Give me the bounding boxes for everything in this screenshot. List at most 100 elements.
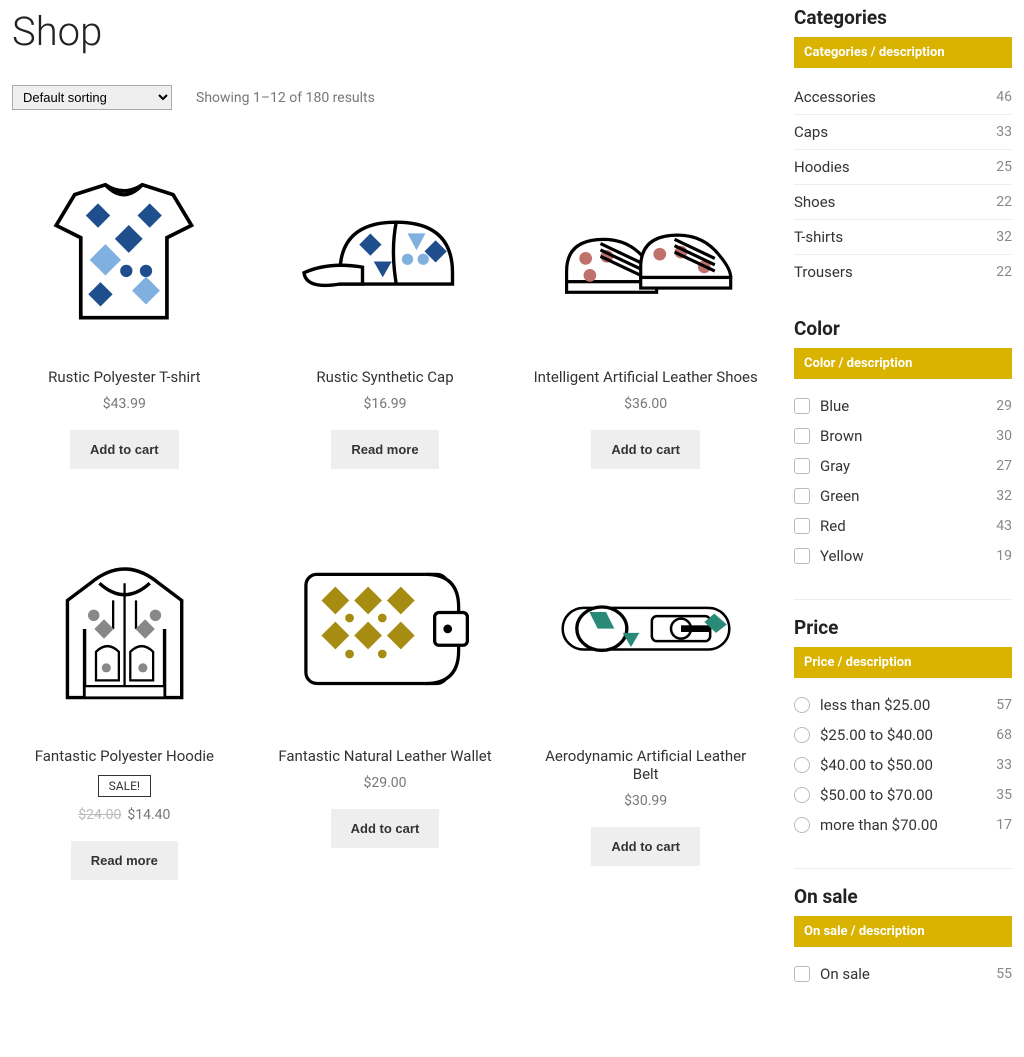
filter-count: 35 [996, 787, 1012, 803]
filter-count: 17 [996, 817, 1012, 833]
filter-label: Yellow [820, 547, 996, 565]
filter-item[interactable]: less than $25.00 57 [794, 690, 1012, 720]
filter-count: 68 [996, 727, 1012, 743]
filter-item[interactable]: T-shirts 32 [794, 220, 1012, 255]
filter-count: 32 [996, 488, 1012, 504]
filter-label: less than $25.00 [820, 696, 996, 714]
filter-label: On sale [820, 965, 996, 983]
filter-count: 33 [996, 124, 1012, 140]
product-card[interactable]: Aerodynamic Artificial Leather Belt $30.… [533, 529, 758, 880]
filter-label: $40.00 to $50.00 [820, 756, 996, 774]
filter-item[interactable]: On sale 55 [794, 959, 1012, 989]
filter-item[interactable]: Green 32 [794, 481, 1012, 511]
price: $16.99 [363, 396, 406, 412]
filter-item[interactable]: more than $70.00 17 [794, 810, 1012, 840]
product-card[interactable]: Fantastic Natural Leather Wallet $29.00 … [273, 529, 498, 880]
filter-item[interactable]: Caps 33 [794, 115, 1012, 150]
add-to-cart-button[interactable]: Add to cart [591, 827, 700, 866]
filter-count: 19 [996, 548, 1012, 564]
product-name: Rustic Polyester T-shirt [12, 368, 237, 386]
read-more-button[interactable]: Read more [71, 841, 178, 880]
filter-item[interactable]: Blue 29 [794, 391, 1012, 421]
filter-item[interactable]: Brown 30 [794, 421, 1012, 451]
checkbox[interactable] [794, 428, 810, 444]
product-image [273, 150, 498, 350]
product-name: Intelligent Artificial Leather Shoes [533, 368, 758, 386]
product-image [533, 150, 758, 350]
widget-desc: Categories / description [794, 37, 1012, 68]
radio[interactable] [794, 757, 810, 773]
filter-count: 32 [996, 229, 1012, 245]
widget-title: Categories [794, 6, 1012, 29]
filter-count: 57 [996, 697, 1012, 713]
filter-item[interactable]: $50.00 to $70.00 35 [794, 780, 1012, 810]
add-to-cart-button[interactable]: Add to cart [591, 430, 700, 469]
filter-count: 27 [996, 458, 1012, 474]
widget-title: On sale [794, 885, 1012, 908]
filter-label: Shoes [794, 193, 996, 211]
checkbox[interactable] [794, 966, 810, 982]
checkbox[interactable] [794, 518, 810, 534]
product-card[interactable]: Fantastic Polyester Hoodie SALE! $24.00 $… [12, 529, 237, 880]
checkbox[interactable] [794, 458, 810, 474]
radio[interactable] [794, 697, 810, 713]
filter-item[interactable]: Trousers 22 [794, 255, 1012, 289]
filter-label: Trousers [794, 263, 996, 281]
price: $29.00 [363, 775, 406, 791]
filter-count: 33 [996, 757, 1012, 773]
filter-item[interactable]: $25.00 to $40.00 68 [794, 720, 1012, 750]
filter-label: Brown [820, 427, 996, 445]
filter-label: Accessories [794, 88, 996, 106]
filter-item[interactable]: Hoodies 25 [794, 150, 1012, 185]
filter-count: 22 [996, 194, 1012, 210]
filter-item[interactable]: Red 43 [794, 511, 1012, 541]
filter-label: Blue [820, 397, 996, 415]
old-price: $24.00 [78, 807, 121, 823]
checkbox[interactable] [794, 488, 810, 504]
filter-label: Caps [794, 123, 996, 141]
widget-desc: On sale / description [794, 916, 1012, 947]
add-to-cart-button[interactable]: Add to cart [331, 809, 440, 848]
add-to-cart-button[interactable]: Add to cart [70, 430, 179, 469]
filter-label: more than $70.00 [820, 816, 996, 834]
checkbox[interactable] [794, 548, 810, 564]
price: $14.40 [127, 807, 170, 823]
sale-badge: SALE! [98, 775, 151, 797]
product-name: Aerodynamic Artificial Leather Belt [533, 747, 758, 783]
widget-title: Price [794, 616, 1012, 639]
price: $30.99 [624, 793, 667, 809]
filter-item[interactable]: $40.00 to $50.00 33 [794, 750, 1012, 780]
filter-label: Green [820, 487, 996, 505]
widget-categories: Categories Categories / description Acce… [794, 6, 1012, 289]
radio[interactable] [794, 817, 810, 833]
read-more-button[interactable]: Read more [331, 430, 438, 469]
filter-label: Red [820, 517, 996, 535]
filter-count: 46 [996, 89, 1012, 105]
widget-desc: Price / description [794, 647, 1012, 678]
product-card[interactable]: Rustic Synthetic Cap $16.99 Read more [273, 150, 498, 469]
product-card[interactable]: Intelligent Artificial Leather Shoes $36… [533, 150, 758, 469]
widget-color: Color Color / description Blue 29 Brown … [794, 317, 1012, 571]
filter-count: 43 [996, 518, 1012, 534]
radio[interactable] [794, 727, 810, 743]
product-image [12, 529, 237, 729]
filter-count: 55 [996, 966, 1012, 982]
checkbox[interactable] [794, 398, 810, 414]
product-image [273, 529, 498, 729]
product-image [533, 529, 758, 729]
filter-label: Gray [820, 457, 996, 475]
filter-item[interactable]: Shoes 22 [794, 185, 1012, 220]
filter-label: Hoodies [794, 158, 996, 176]
filter-count: 29 [996, 398, 1012, 414]
product-name: Fantastic Polyester Hoodie [12, 747, 237, 765]
sort-select[interactable]: Default sorting [12, 85, 172, 110]
radio[interactable] [794, 787, 810, 803]
filter-item[interactable]: Yellow 19 [794, 541, 1012, 571]
filter-item[interactable]: Gray 27 [794, 451, 1012, 481]
product-card[interactable]: Rustic Polyester T-shirt $43.99 Add to c… [12, 150, 237, 469]
filter-item[interactable]: Accessories 46 [794, 80, 1012, 115]
widget-price: Price Price / description less than $25.… [794, 616, 1012, 840]
price: $43.99 [103, 396, 146, 412]
price: $36.00 [624, 396, 667, 412]
widget-title: Color [794, 317, 1012, 340]
